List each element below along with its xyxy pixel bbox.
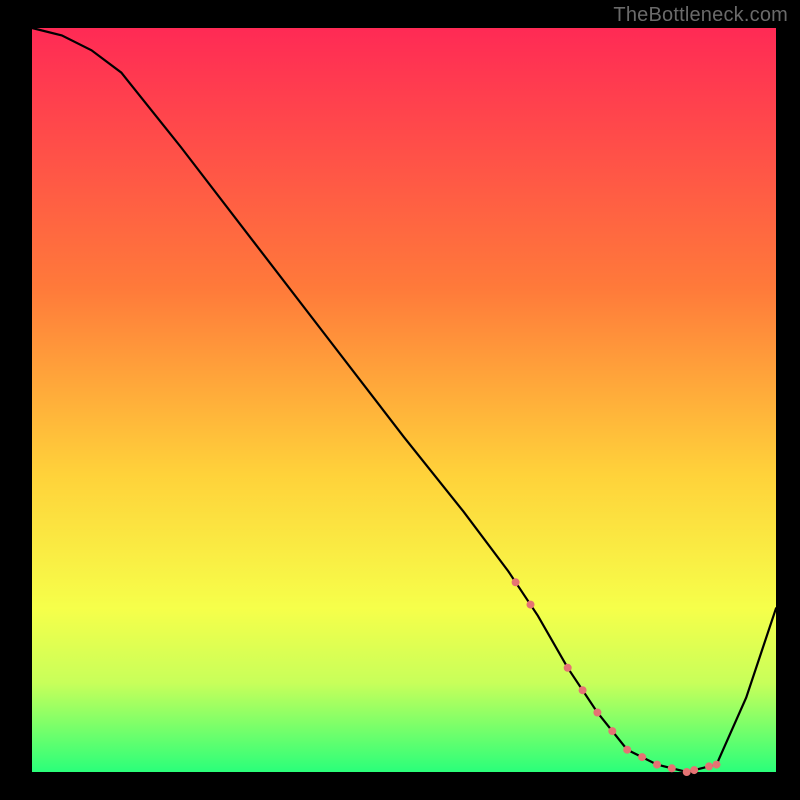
highlight-dot bbox=[593, 709, 601, 717]
highlight-dot bbox=[564, 664, 572, 672]
highlight-dot bbox=[512, 578, 520, 586]
highlight-dot bbox=[683, 768, 691, 776]
highlight-dot bbox=[653, 761, 661, 769]
highlight-dot bbox=[608, 727, 616, 735]
highlight-dot bbox=[579, 686, 587, 694]
highlight-dot bbox=[527, 601, 535, 609]
highlight-dot bbox=[668, 764, 676, 772]
highlight-dot bbox=[638, 753, 646, 761]
plot-area bbox=[32, 28, 776, 772]
highlight-dot bbox=[623, 746, 631, 754]
highlight-dot bbox=[690, 766, 698, 774]
chart-stage: TheBottleneck.com bbox=[0, 0, 800, 800]
highlight-dot bbox=[713, 761, 721, 769]
bottleneck-chart bbox=[0, 0, 800, 800]
highlight-dot bbox=[705, 762, 713, 770]
